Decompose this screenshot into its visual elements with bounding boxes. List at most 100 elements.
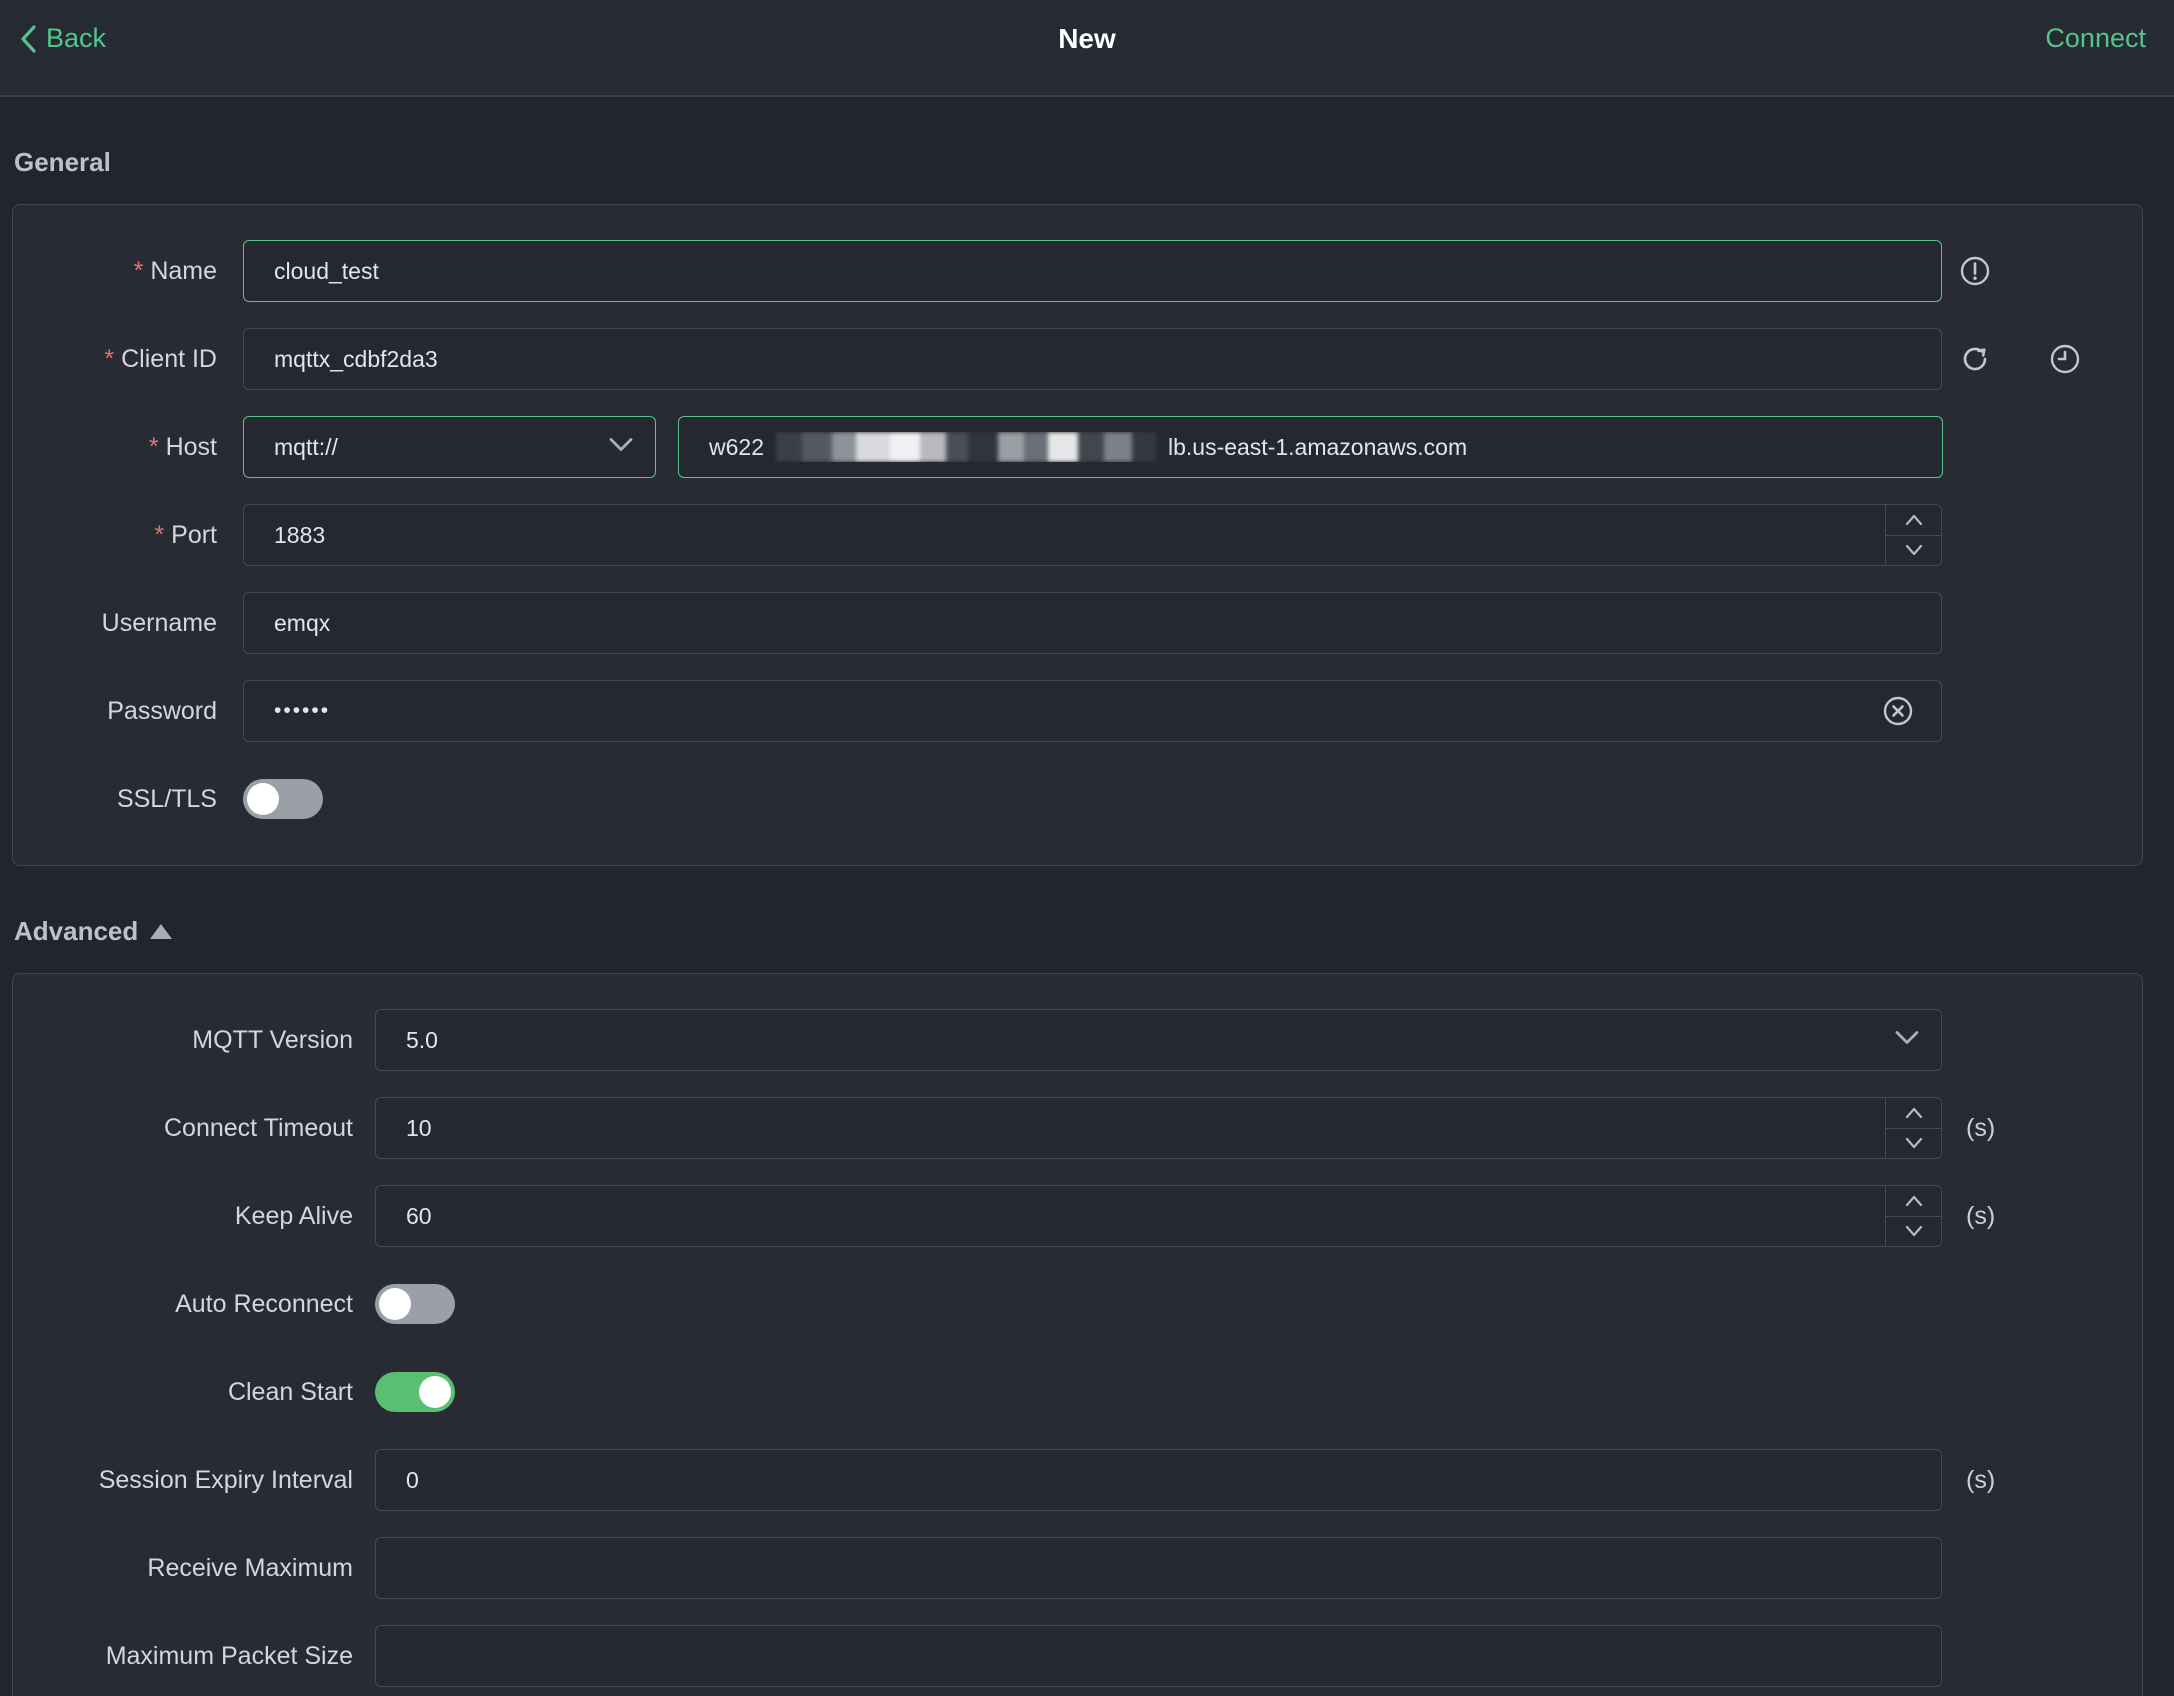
connect-timeout-row: Connect Timeout (s) xyxy=(13,1084,2142,1172)
name-input[interactable] xyxy=(243,240,1942,302)
keep-alive-row: Keep Alive (s) xyxy=(13,1172,2142,1260)
keep-alive-label: Keep Alive xyxy=(234,1201,353,1230)
connection-form: General *Name *Client ID *Host xyxy=(0,147,2174,1696)
seconds-unit: (s) xyxy=(1966,1465,1996,1494)
protocol-select[interactable]: mqtt:// xyxy=(243,416,656,478)
refresh-client-id-icon[interactable] xyxy=(1958,342,1992,376)
receive-maximum-label: Receive Maximum xyxy=(147,1553,353,1582)
username-input[interactable] xyxy=(243,592,1942,654)
auto-reconnect-label: Auto Reconnect xyxy=(175,1289,353,1318)
seconds-unit: (s) xyxy=(1966,1201,1996,1230)
history-clock-icon[interactable] xyxy=(2048,342,2082,376)
connect-timeout-input-field[interactable] xyxy=(376,1098,1941,1158)
session-expiry-row: Session Expiry Interval (s) xyxy=(13,1436,2142,1524)
session-expiry-input-field[interactable] xyxy=(376,1450,1941,1510)
required-asterisk: * xyxy=(148,432,159,461)
host-value-suffix: lb.us-east-1.amazonaws.com xyxy=(1167,433,1468,460)
required-asterisk: * xyxy=(104,344,115,373)
receive-maximum-input-field[interactable] xyxy=(376,1538,1941,1598)
general-section-label: General xyxy=(14,147,111,177)
username-row: Username xyxy=(13,579,2142,667)
advanced-panel: MQTT Version 5.0 Connect Timeout (s) Kee… xyxy=(12,973,2143,1696)
host-row: * Host mqtt:// w622 lb.us-east-1.amazonaw… xyxy=(13,403,2142,491)
session-expiry-label: Session Expiry Interval xyxy=(98,1465,353,1494)
general-panel: *Name *Client ID *Host mqtt:// xyxy=(12,204,2143,866)
mqtt-version-value: 5.0 xyxy=(406,1026,438,1053)
username-label: Username xyxy=(101,608,217,637)
port-input-field[interactable] xyxy=(244,505,1941,565)
receive-maximum-input[interactable] xyxy=(375,1537,1942,1599)
client-id-input-field[interactable] xyxy=(244,329,1941,389)
maximum-packet-size-input[interactable] xyxy=(375,1625,1942,1687)
toggle-knob xyxy=(247,783,279,815)
client-id-label: * Client ID xyxy=(104,344,217,373)
ssl-row: SSL/TLS xyxy=(13,755,2142,843)
receive-maximum-row: Receive Maximum xyxy=(13,1524,2142,1612)
name-row: * Name xyxy=(13,227,2142,315)
clean-start-label: Clean Start xyxy=(227,1377,353,1406)
port-stepper xyxy=(1885,505,1941,565)
top-bar: Back New Connect xyxy=(0,0,2174,97)
connect-timeout-stepper xyxy=(1885,1098,1941,1158)
auto-reconnect-row: Auto Reconnect xyxy=(13,1260,2142,1348)
keep-alive-input-field[interactable] xyxy=(376,1186,1941,1246)
port-input[interactable] xyxy=(243,504,1942,566)
connect-timeout-input[interactable] xyxy=(375,1097,1942,1159)
clean-start-row: Clean Start xyxy=(13,1348,2142,1436)
advanced-section-label: Advanced xyxy=(14,916,139,946)
advanced-section-title[interactable]: Advanced xyxy=(14,916,2143,947)
stepper-up-icon[interactable] xyxy=(1886,505,1941,536)
port-label: * Port xyxy=(154,520,217,549)
maximum-packet-size-label: Maximum Packet Size xyxy=(105,1641,353,1670)
page-title: New xyxy=(1058,22,1116,54)
protocol-value: mqtt:// xyxy=(274,433,338,460)
host-value-prefix: w622 xyxy=(709,433,764,460)
session-expiry-input[interactable] xyxy=(375,1449,1942,1511)
password-row: Password xyxy=(13,667,2142,755)
password-input[interactable] xyxy=(243,680,1942,742)
maximum-packet-size-input-field[interactable] xyxy=(376,1626,1941,1686)
host-input[interactable]: w622 lb.us-east-1.amazonaws.com xyxy=(678,416,1943,478)
chevron-down-icon xyxy=(1895,1030,1919,1051)
username-input-field[interactable] xyxy=(244,593,1941,653)
chevron-left-icon xyxy=(21,24,36,53)
clear-password-icon[interactable] xyxy=(1881,694,1915,728)
name-info-icon[interactable] xyxy=(1958,254,1992,288)
connect-button[interactable]: Connect xyxy=(2045,23,2146,54)
chevron-down-icon xyxy=(609,437,633,458)
stepper-up-icon[interactable] xyxy=(1886,1186,1941,1217)
name-input-field[interactable] xyxy=(244,241,1941,301)
keep-alive-input[interactable] xyxy=(375,1185,1942,1247)
general-section-title: General xyxy=(14,147,2143,178)
stepper-up-icon[interactable] xyxy=(1886,1098,1941,1129)
stepper-down-icon[interactable] xyxy=(1886,536,1941,566)
mqtt-version-row: MQTT Version 5.0 xyxy=(13,996,2142,1084)
client-id-row: * Client ID xyxy=(13,315,2142,403)
stepper-down-icon[interactable] xyxy=(1886,1129,1941,1159)
port-row: * Port xyxy=(13,491,2142,579)
host-label: * Host xyxy=(148,432,217,461)
toggle-knob xyxy=(379,1288,411,1320)
clean-start-toggle[interactable] xyxy=(375,1372,455,1412)
toggle-knob xyxy=(419,1376,451,1408)
redacted-host-segment xyxy=(775,432,1156,462)
back-button[interactable]: Back xyxy=(18,23,106,54)
stepper-down-icon[interactable] xyxy=(1886,1217,1941,1247)
host-value: w622 lb.us-east-1.amazonaws.com xyxy=(679,432,1942,462)
client-id-input[interactable] xyxy=(243,328,1942,390)
required-asterisk: * xyxy=(154,520,165,549)
keep-alive-stepper xyxy=(1885,1186,1941,1246)
required-asterisk: * xyxy=(133,256,144,285)
collapse-triangle-icon xyxy=(150,924,173,939)
ssl-label: SSL/TLS xyxy=(116,784,217,813)
ssl-toggle[interactable] xyxy=(243,779,323,819)
password-input-field[interactable] xyxy=(244,681,1941,741)
maximum-packet-size-row: Maximum Packet Size xyxy=(13,1612,2142,1696)
auto-reconnect-toggle[interactable] xyxy=(375,1284,455,1324)
mqtt-version-select[interactable]: 5.0 xyxy=(375,1009,1942,1071)
mqtt-version-label: MQTT Version xyxy=(192,1025,353,1054)
password-label: Password xyxy=(107,696,217,725)
name-label: * Name xyxy=(133,256,217,285)
back-label: Back xyxy=(46,23,107,53)
seconds-unit: (s) xyxy=(1966,1113,1996,1142)
